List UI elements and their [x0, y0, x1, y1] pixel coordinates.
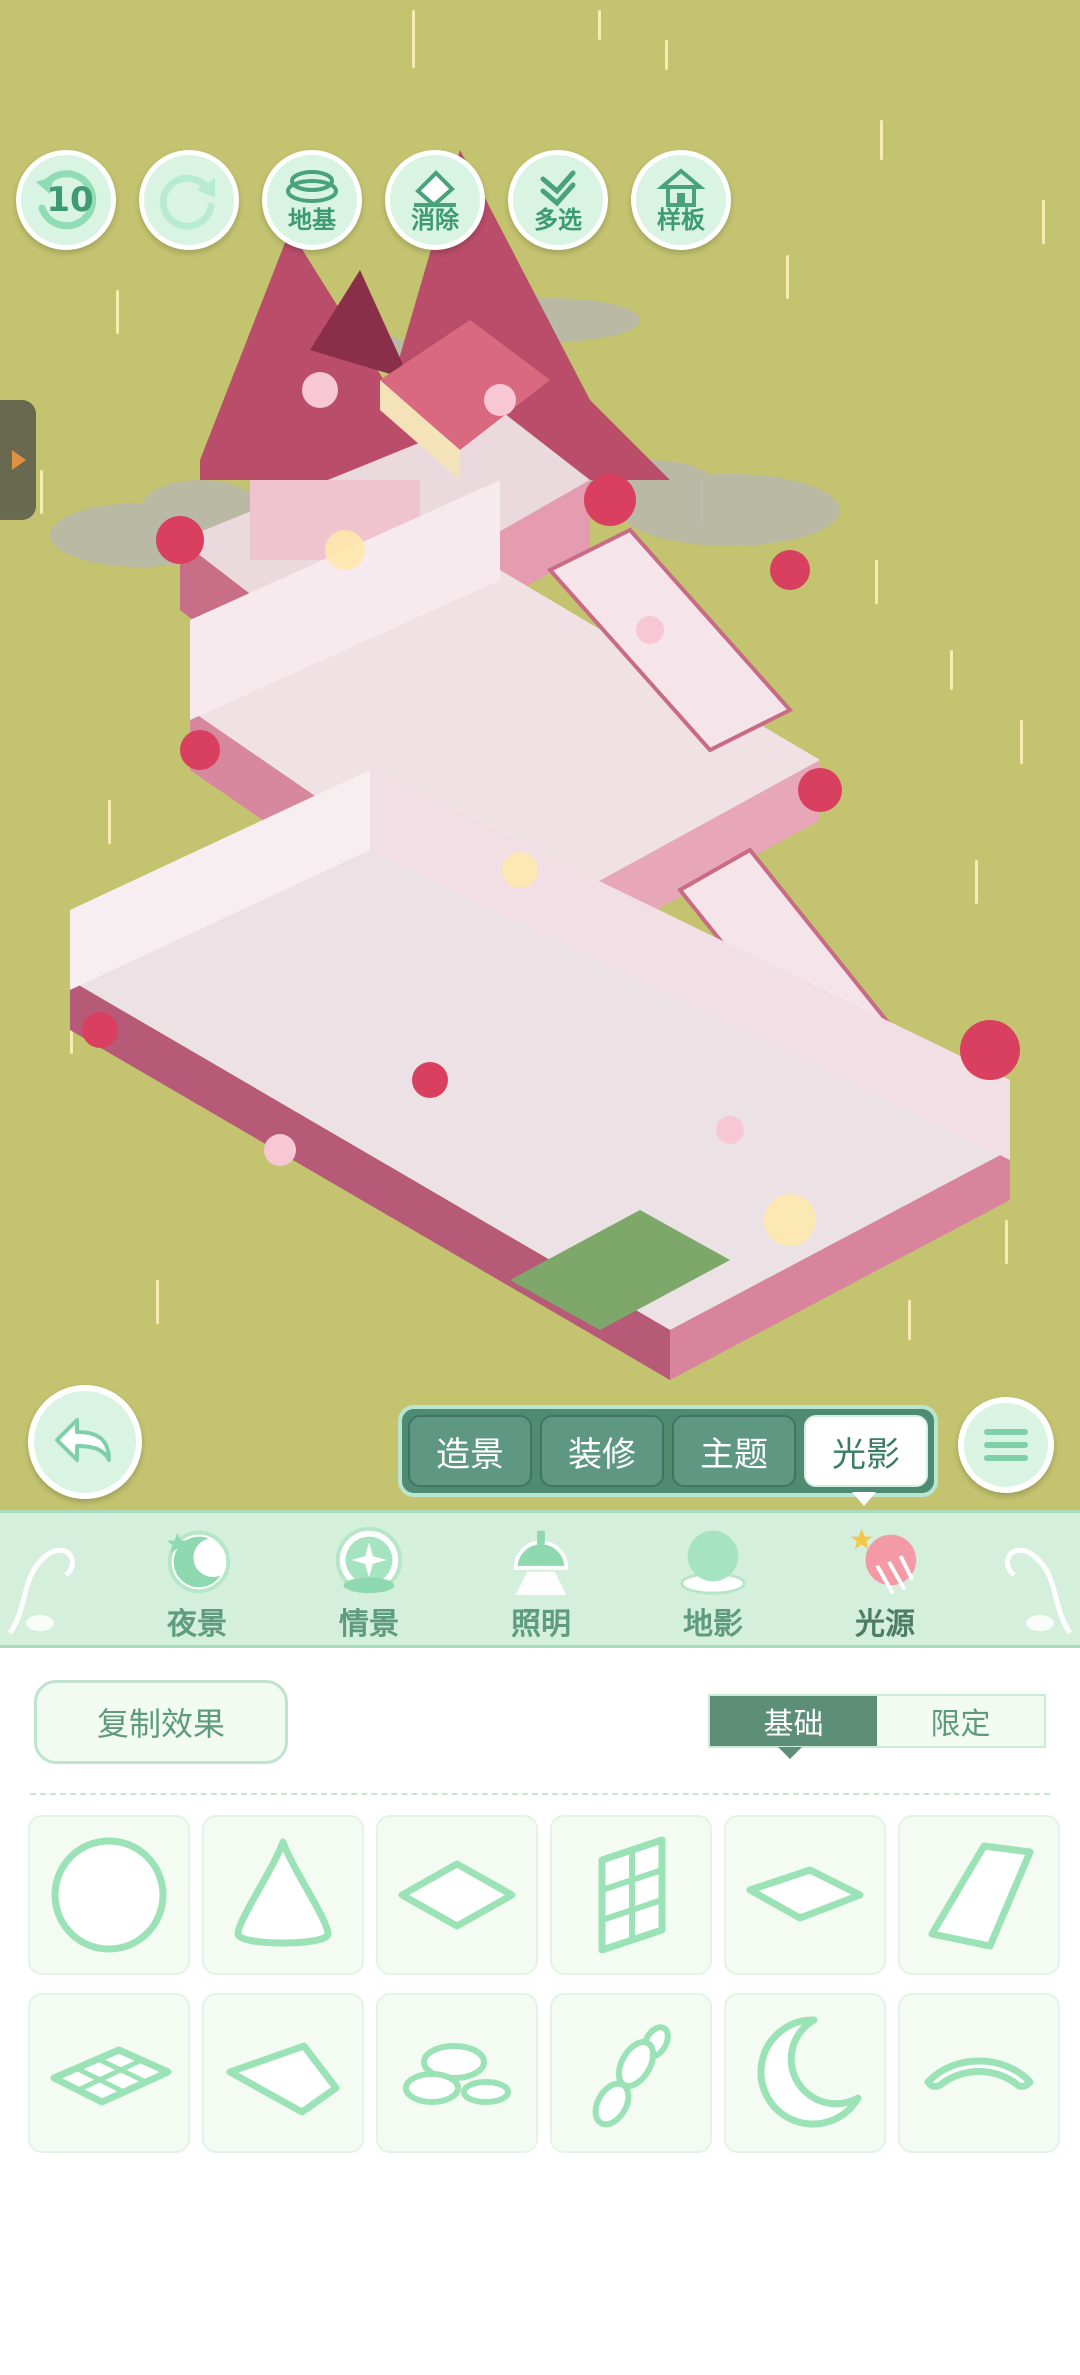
foundation-icon [286, 170, 338, 203]
moon-night-icon [166, 1530, 231, 1594]
category-lighting[interactable]: 照明 [486, 1523, 596, 1643]
lighting-category-bar: 夜景 情景 照明 地影 光源 [0, 1510, 1080, 1648]
menu-line-icon [984, 1455, 1028, 1461]
rain-streak [665, 40, 668, 70]
light-shape-item[interactable] [376, 1815, 538, 1975]
tab-scenery[interactable]: 造景 [408, 1415, 532, 1487]
active-tab-pointer [852, 1492, 876, 1506]
bubbles-light-icon [592, 2024, 671, 2128]
grid-tile-light-icon [50, 2046, 172, 2106]
lamp-icon [513, 1530, 569, 1596]
light-shape-item[interactable] [724, 1815, 886, 1975]
filter-pointer [778, 1747, 802, 1759]
eraser-icon [414, 170, 456, 207]
light-shape-item[interactable] [28, 1815, 190, 1975]
filter-limited-tab[interactable]: 限定 [877, 1696, 1044, 1746]
cone-light-icon [234, 1838, 332, 1947]
category-light-source-label: 光源 [855, 1607, 915, 1642]
menu-line-icon [984, 1442, 1028, 1448]
isometric-house-illustration[interactable] [30, 150, 1050, 1410]
tab-decorate[interactable]: 装修 [540, 1415, 664, 1487]
foundation-label: 地基 [288, 206, 336, 234]
vine-ornament-left [7, 1548, 75, 1635]
undo-count-button[interactable]: 10 [16, 150, 116, 250]
diamond-light-icon [398, 1860, 516, 1930]
light-shape-item[interactable] [28, 1993, 190, 2153]
vine-ornament-right [1005, 1548, 1073, 1635]
multiselect-check-icon [540, 170, 576, 207]
flat-diamond-light-icon [746, 1866, 864, 1922]
copy-effect-button[interactable]: 复制效果 [34, 1680, 288, 1764]
window-light-icon [598, 1836, 666, 1954]
category-scene[interactable]: 情景 [314, 1523, 424, 1643]
back-button[interactable] [28, 1385, 142, 1499]
template-label: 样板 [657, 206, 705, 234]
menu-line-icon [984, 1429, 1028, 1435]
light-shape-item[interactable] [202, 1993, 364, 2153]
filter-segmented-control: 基础 限定 [708, 1694, 1046, 1748]
trapezoid-light-icon [928, 1842, 1034, 1950]
erase-label: 消除 [411, 206, 459, 234]
rain-streak [412, 10, 415, 68]
template-button[interactable]: 样板 [631, 150, 731, 250]
category-night-label: 夜景 [167, 1607, 227, 1642]
cloud-spots-light-icon [403, 2043, 511, 2105]
category-scene-label: 情景 [339, 1607, 399, 1642]
category-ground-shadow[interactable]: 地影 [658, 1523, 768, 1643]
filter-basic-tab[interactable]: 基础 [710, 1696, 877, 1746]
tab-lighting[interactable]: 光影 [804, 1415, 928, 1487]
category-night[interactable]: 夜景 [142, 1523, 252, 1643]
light-shape-item[interactable] [724, 1993, 886, 2153]
light-shape-item[interactable] [550, 1993, 712, 2153]
mode-tab-bar: 造景 装修 主题 光影 [398, 1405, 938, 1497]
side-drawer-toggle[interactable] [0, 400, 36, 520]
rain-streak [598, 10, 601, 40]
sparkle-scene-icon [335, 1526, 403, 1594]
multiselect-button[interactable]: 多选 [508, 150, 608, 250]
menu-button[interactable] [958, 1397, 1054, 1493]
light-source-icon [850, 1528, 917, 1595]
tab-theme[interactable]: 主题 [672, 1415, 796, 1487]
multiselect-label: 多选 [534, 206, 582, 234]
light-shape-item[interactable] [376, 1993, 538, 2153]
back-arrow-icon [55, 1418, 111, 1462]
section-divider [30, 1793, 1050, 1795]
redo-arrow-icon [159, 174, 215, 230]
category-lighting-label: 照明 [511, 1607, 571, 1642]
category-ground-shadow-label: 地影 [683, 1607, 743, 1642]
category-light-source[interactable]: 光源 [830, 1523, 940, 1643]
crescent-light-icon [757, 2016, 862, 2128]
foundation-button[interactable]: 地基 [262, 150, 362, 250]
light-shape-item[interactable] [898, 1815, 1060, 1975]
arc-light-icon [924, 2057, 1034, 2090]
kite-light-icon [226, 2042, 340, 2116]
light-shape-item[interactable] [550, 1815, 712, 1975]
light-shape-item[interactable] [202, 1815, 364, 1975]
circle-light-icon [51, 1837, 167, 1953]
game-scene[interactable]: 10 地基 消除 多选 样板 造景 装修 主题 光影 [0, 0, 1080, 1510]
light-shape-item[interactable] [898, 1993, 1060, 2153]
ground-shadow-icon [680, 1530, 746, 1595]
house-template-icon [656, 168, 706, 207]
erase-button[interactable]: 消除 [385, 150, 485, 250]
chevron-right-icon [12, 450, 26, 470]
redo-button[interactable] [139, 150, 239, 250]
undo-count-label: 10 [46, 180, 94, 220]
